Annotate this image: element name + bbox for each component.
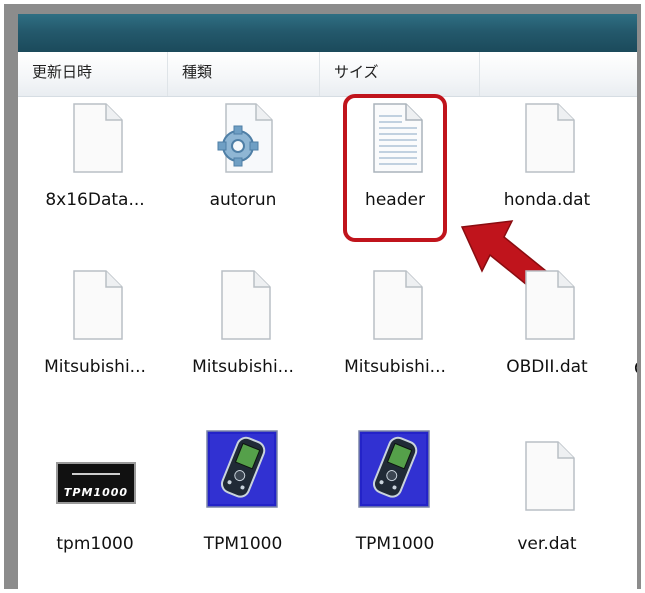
file-label: autorun	[209, 190, 277, 210]
settings-file-icon	[217, 103, 273, 173]
file-item[interactable]: TPM1000	[320, 426, 470, 576]
blank-document-icon	[373, 270, 423, 340]
file-label: Mitsubishi...	[44, 357, 146, 377]
column-header-bar: 更新日時 種類 サイズ	[18, 52, 637, 97]
column-type-label: 種類	[182, 63, 213, 81]
file-label: honda.dat	[503, 190, 591, 210]
blank-document-icon	[525, 441, 575, 511]
column-modified[interactable]: 更新日時	[18, 52, 168, 96]
truncated-file-label: C	[634, 359, 637, 379]
column-type[interactable]: 種類	[168, 52, 320, 96]
file-item[interactable]: OBDII.dat	[472, 269, 622, 409]
file-label: Mitsubishi...	[344, 357, 446, 377]
file-item[interactable]: TPM1000 tpm1000	[20, 426, 170, 576]
column-size[interactable]: サイズ	[320, 52, 480, 96]
file-item[interactable]: TPM1000	[168, 426, 318, 576]
file-label: Mitsubishi...	[192, 357, 294, 377]
file-item[interactable]: Mitsubishi...	[20, 269, 170, 409]
handheld-device-icon	[358, 430, 430, 508]
logo-divider	[72, 473, 120, 475]
highlight-box	[343, 94, 447, 242]
blank-document-icon	[221, 270, 271, 340]
column-size-label: サイズ	[334, 63, 379, 81]
file-item[interactable]: Mitsubishi...	[168, 269, 318, 409]
blank-document-icon	[525, 103, 575, 173]
file-label: 8x16Data...	[45, 190, 145, 210]
file-item[interactable]: ver.dat	[472, 426, 622, 576]
blank-document-icon	[73, 270, 123, 340]
title-bar	[18, 14, 637, 52]
tpm1000-logo-icon: TPM1000	[56, 462, 136, 504]
explorer-window: 更新日時 種類 サイズ 8x16Data... autorun header h…	[18, 14, 637, 592]
file-item[interactable]: 8x16Data...	[20, 102, 170, 242]
column-modified-label: 更新日時	[32, 63, 93, 81]
column-empty[interactable]	[480, 52, 637, 96]
blank-document-icon	[73, 103, 123, 173]
file-item[interactable]: autorun	[168, 102, 318, 242]
handheld-device-icon	[206, 430, 278, 508]
file-label: ver.dat	[517, 534, 577, 554]
file-label: TPM1000	[355, 534, 435, 554]
tpm1000-logo-text: TPM1000	[63, 486, 129, 499]
file-label: TPM1000	[203, 534, 283, 554]
blank-document-icon	[525, 270, 575, 340]
file-item[interactable]: Mitsubishi...	[320, 269, 470, 409]
file-label: tpm1000	[56, 534, 134, 554]
file-label: OBDII.dat	[506, 357, 588, 377]
